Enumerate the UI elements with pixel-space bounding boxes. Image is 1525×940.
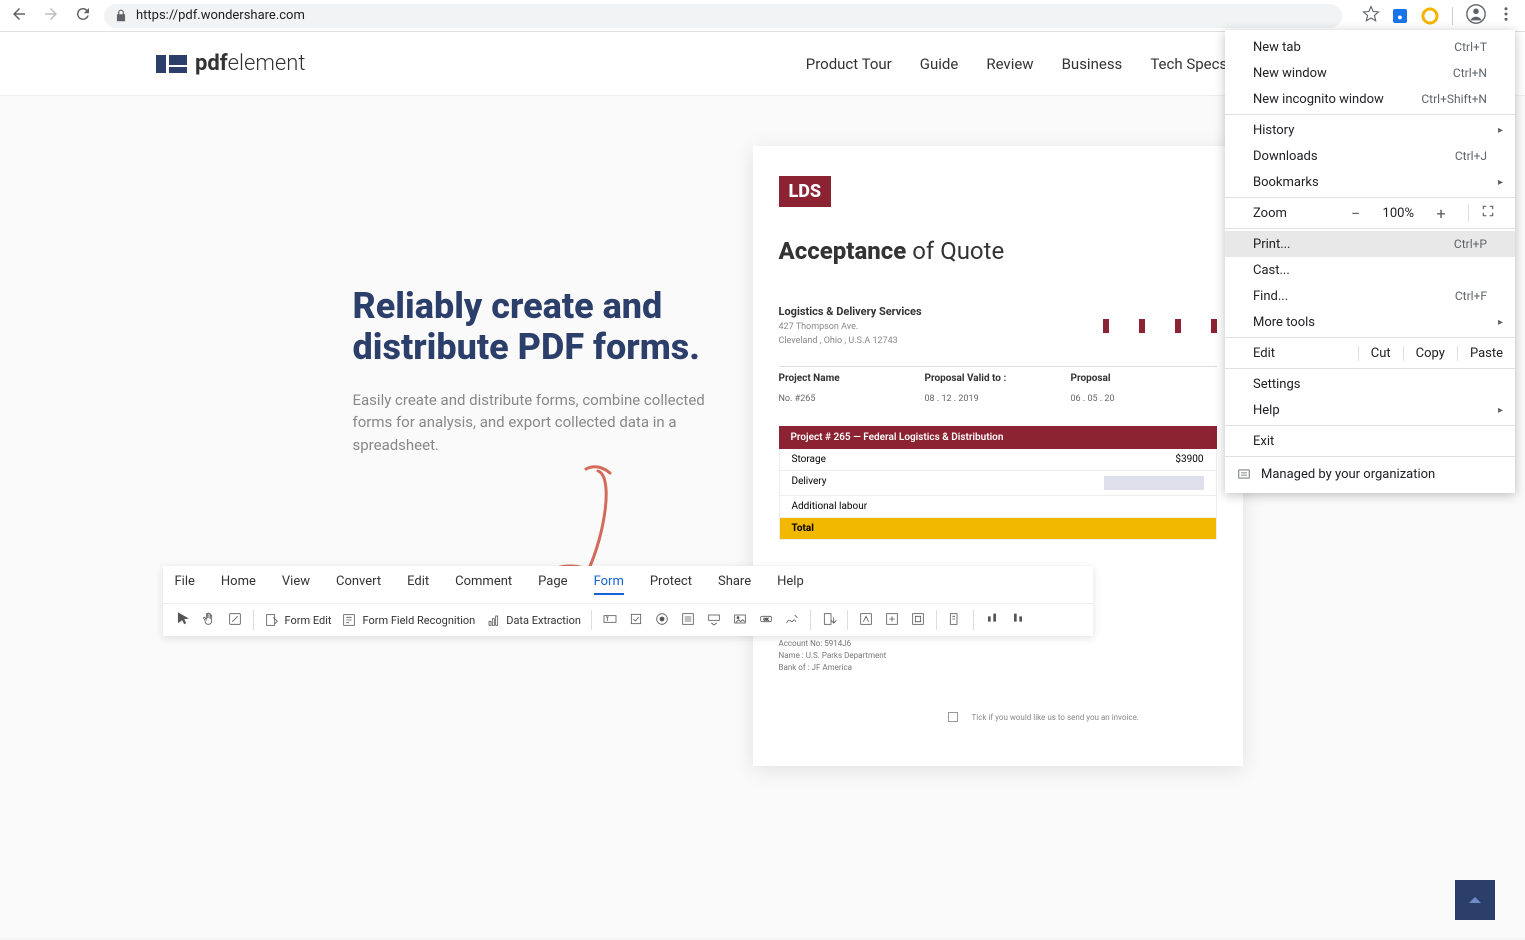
menu-managed[interactable]: Managed by your organization bbox=[1225, 459, 1515, 489]
app-menu-view[interactable]: View bbox=[282, 574, 310, 595]
app-menu-edit[interactable]: Edit bbox=[407, 574, 429, 595]
menu-downloads[interactable]: DownloadsCtrl+J bbox=[1225, 143, 1515, 169]
forward-button[interactable] bbox=[42, 5, 60, 27]
align-icon-2[interactable] bbox=[1010, 611, 1026, 630]
address-bar[interactable]: https://pdf.wondershare.com bbox=[104, 4, 1342, 28]
hero-body: Easily create and distribute forms, comb… bbox=[353, 389, 713, 457]
app-menu-protect[interactable]: Protect bbox=[650, 574, 692, 595]
scroll-top-button[interactable] bbox=[1455, 880, 1495, 920]
svg-text:●: ● bbox=[1397, 13, 1402, 23]
app-menu-file[interactable]: File bbox=[175, 574, 195, 595]
dropdown-icon[interactable] bbox=[706, 611, 722, 630]
tool-icon-d[interactable] bbox=[947, 611, 963, 630]
menu-cast[interactable]: Cast... bbox=[1225, 257, 1515, 283]
tool-icon-b[interactable] bbox=[884, 611, 900, 630]
menu-settings[interactable]: Settings bbox=[1225, 371, 1515, 397]
cursor-icon[interactable] bbox=[175, 611, 191, 630]
svg-text:OK: OK bbox=[763, 616, 769, 621]
url-text: https://pdf.wondershare.com bbox=[136, 8, 305, 23]
app-menu-help[interactable]: Help bbox=[777, 574, 804, 595]
align-icon-1[interactable] bbox=[984, 611, 1000, 630]
button-tool-icon[interactable]: OK bbox=[758, 611, 774, 630]
nav-guide[interactable]: Guide bbox=[920, 55, 959, 73]
star-icon[interactable] bbox=[1362, 5, 1380, 27]
menu-more-tools[interactable]: More tools bbox=[1225, 309, 1515, 335]
app-menu-home[interactable]: Home bbox=[221, 574, 256, 595]
reload-button[interactable] bbox=[74, 5, 92, 27]
form-edit-button[interactable]: Form Edit bbox=[264, 612, 332, 628]
app-toolbar: File Home View Convert Edit Comment Page… bbox=[163, 566, 1093, 636]
image-tool-icon[interactable] bbox=[732, 611, 748, 630]
zoom-out[interactable]: − bbox=[1347, 204, 1365, 223]
app-menu-convert[interactable]: Convert bbox=[336, 574, 381, 595]
checkbox-tool-icon[interactable] bbox=[628, 611, 644, 630]
doc-badge: LDS bbox=[779, 176, 832, 207]
tool-icon-a[interactable] bbox=[858, 611, 874, 630]
hero-title: Reliably create and distribute PDF forms… bbox=[353, 286, 713, 369]
radio-tool-icon[interactable] bbox=[654, 611, 670, 630]
menu-new-tab[interactable]: New tabCtrl+T bbox=[1225, 34, 1515, 60]
textfield-icon[interactable] bbox=[602, 611, 618, 630]
edit-icon[interactable] bbox=[227, 611, 243, 630]
menu-new-window[interactable]: New windowCtrl+N bbox=[1225, 60, 1515, 86]
nav-product-tour[interactable]: Product Tour bbox=[806, 55, 892, 73]
menu-zoom: Zoom − 100% + bbox=[1225, 200, 1515, 226]
browser-menu: New tabCtrl+T New windowCtrl+N New incog… bbox=[1225, 30, 1515, 493]
tool-icon-c[interactable] bbox=[910, 611, 926, 630]
site-logo[interactable]: pdfelement bbox=[156, 51, 305, 76]
menu-edit-row: Edit Cut Copy Paste bbox=[1225, 340, 1515, 366]
menu-help[interactable]: Help bbox=[1225, 397, 1515, 423]
menu-paste[interactable]: Paste bbox=[1457, 346, 1515, 361]
app-menu-share[interactable]: Share bbox=[718, 574, 751, 595]
nav-tech-specs[interactable]: Tech Specs bbox=[1150, 55, 1227, 73]
listbox-icon[interactable] bbox=[680, 611, 696, 630]
checkbox-icon bbox=[948, 712, 958, 722]
menu-new-incognito[interactable]: New incognito windowCtrl+Shift+N bbox=[1225, 86, 1515, 112]
data-extraction-button[interactable]: Data Extraction bbox=[485, 612, 581, 628]
signature-tool-icon[interactable] bbox=[784, 611, 800, 630]
menu-history[interactable]: History bbox=[1225, 117, 1515, 143]
menu-copy[interactable]: Copy bbox=[1403, 346, 1457, 361]
import-data-icon[interactable] bbox=[821, 611, 837, 630]
app-menu-page[interactable]: Page bbox=[538, 574, 567, 595]
menu-exit[interactable]: Exit bbox=[1225, 428, 1515, 454]
app-menu-comment[interactable]: Comment bbox=[455, 574, 512, 595]
nav-review[interactable]: Review bbox=[986, 55, 1033, 73]
fullscreen-icon[interactable] bbox=[1468, 204, 1507, 222]
ext-icon-1[interactable]: ● bbox=[1390, 6, 1410, 26]
account-icon[interactable] bbox=[1465, 3, 1487, 29]
zoom-value: 100% bbox=[1383, 206, 1414, 221]
document-preview: LDS Acceptance of Quote Logistics & Deli… bbox=[753, 146, 1243, 766]
app-menu-form[interactable]: Form bbox=[594, 574, 624, 595]
menu-find[interactable]: Find...Ctrl+F bbox=[1225, 283, 1515, 309]
zoom-in[interactable]: + bbox=[1432, 204, 1450, 223]
form-recognition-button[interactable]: Form Field Recognition bbox=[341, 612, 475, 628]
doc-title: Acceptance of Quote bbox=[779, 237, 1217, 265]
ext-icon-2[interactable] bbox=[1420, 6, 1440, 26]
more-icon[interactable] bbox=[1497, 5, 1515, 27]
menu-bookmarks[interactable]: Bookmarks bbox=[1225, 169, 1515, 195]
nav-business[interactable]: Business bbox=[1062, 55, 1123, 73]
hand-icon[interactable] bbox=[201, 611, 217, 630]
arrow-annotation bbox=[568, 461, 628, 581]
back-button[interactable] bbox=[10, 5, 28, 27]
menu-print[interactable]: Print...Ctrl+P bbox=[1225, 231, 1515, 257]
menu-cut[interactable]: Cut bbox=[1358, 346, 1403, 361]
